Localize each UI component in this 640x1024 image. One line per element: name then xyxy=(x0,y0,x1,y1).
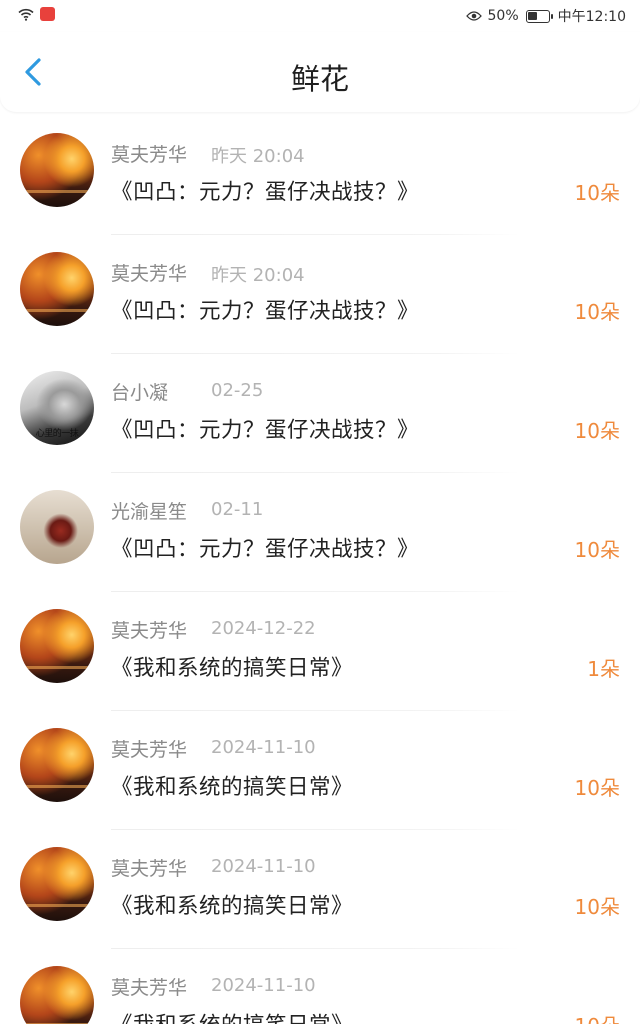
sender-name[interactable]: 莫夫芳华 xyxy=(111,854,187,881)
flower-count: 10朵 xyxy=(574,776,620,800)
list-item[interactable]: 心里的一抹 台小凝 02-25 《凹凸：元力？蛋仔决战技？》 10朵 xyxy=(0,354,640,473)
sender-name[interactable]: 莫夫芳华 xyxy=(111,616,187,643)
book-title[interactable]: 《我和系统的搞笑日常》 xyxy=(111,1008,353,1024)
book-title[interactable]: 《我和系统的搞笑日常》 xyxy=(111,770,353,801)
sender-name[interactable]: 台小凝 xyxy=(111,378,168,405)
book-title[interactable]: 《我和系统的搞笑日常》 xyxy=(111,651,353,682)
sender-name[interactable]: 莫夫芳华 xyxy=(111,140,187,167)
gift-list: 莫夫芳华 昨天 20:04 《凹凸：元力？蛋仔决战技？》 10朵 莫夫芳华 昨天 20:0… xyxy=(0,116,640,1024)
sender-name[interactable]: 莫夫芳华 xyxy=(111,259,187,286)
list-item[interactable]: 光渝星笙 02-11 《凹凸：元力？蛋仔决战技？》 10朵 xyxy=(0,473,640,592)
avatar[interactable]: 心里的一抹 xyxy=(20,371,94,445)
timestamp: 昨天 20:04 xyxy=(211,265,305,286)
avatar[interactable] xyxy=(20,609,94,683)
flower-count: 10朵 xyxy=(574,419,620,443)
flower-count: 10朵 xyxy=(574,895,620,919)
timestamp: 02-11 xyxy=(211,499,264,520)
book-title[interactable]: 《凹凸：元力？蛋仔决战技？》 xyxy=(111,532,419,563)
flower-count: 1朵 xyxy=(587,657,620,681)
flower-count: 10朵 xyxy=(574,181,620,205)
list-item[interactable]: 莫夫芳华 2024-11-10 《我和系统的搞笑日常》 10朵 xyxy=(0,711,640,830)
status-left xyxy=(18,7,55,21)
sender-name[interactable]: 莫夫芳华 xyxy=(111,735,187,762)
avatar[interactable] xyxy=(20,847,94,921)
battery-percent: 50% xyxy=(487,8,519,24)
avatar[interactable] xyxy=(20,728,94,802)
timestamp: 昨天 20:04 xyxy=(211,146,305,167)
book-title[interactable]: 《凹凸：元力？蛋仔决战技？》 xyxy=(111,294,419,325)
list-item[interactable]: 莫夫芳华 2024-11-10 《我和系统的搞笑日常》 10朵 xyxy=(0,949,640,1024)
clock: 中午12:10 xyxy=(557,9,626,25)
timestamp: 2024-11-10 xyxy=(211,856,316,877)
header: 鲜花 xyxy=(0,32,640,112)
timestamp: 2024-11-10 xyxy=(211,975,316,996)
avatar-caption: 心里的一抹 xyxy=(35,429,79,439)
avatar[interactable] xyxy=(20,252,94,326)
book-title[interactable]: 《我和系统的搞笑日常》 xyxy=(111,889,353,920)
book-title[interactable]: 《凹凸：元力？蛋仔决战技？》 xyxy=(111,413,419,444)
battery-fill xyxy=(528,12,538,20)
avatar[interactable] xyxy=(20,490,94,564)
app-notif-icon xyxy=(40,7,55,21)
page-title: 鲜花 xyxy=(290,62,349,96)
list-item[interactable]: 莫夫芳华 昨天 20:04 《凹凸：元力？蛋仔决战技？》 10朵 xyxy=(0,235,640,354)
status-right: 50% 中午12:10 xyxy=(465,6,626,26)
timestamp: 2024-11-10 xyxy=(211,737,316,758)
list-item[interactable]: 莫夫芳华 2024-11-10 《我和系统的搞笑日常》 10朵 xyxy=(0,830,640,949)
book-title[interactable]: 《凹凸：元力？蛋仔决战技？》 xyxy=(111,175,419,206)
list-item[interactable]: 莫夫芳华 2024-12-22 《我和系统的搞笑日常》 1朵 xyxy=(0,592,640,711)
timestamp: 2024-12-22 xyxy=(211,618,316,639)
eye-icon xyxy=(465,10,482,22)
wifi-icon xyxy=(18,8,34,21)
flower-count: 10朵 xyxy=(574,300,620,324)
sender-name[interactable]: 光渝星笙 xyxy=(111,497,187,524)
list-item[interactable]: 莫夫芳华 昨天 20:04 《凹凸：元力？蛋仔决战技？》 10朵 xyxy=(0,116,640,235)
flower-count: 10朵 xyxy=(574,538,620,562)
sender-name[interactable]: 莫夫芳华 xyxy=(111,973,187,1000)
avatar[interactable] xyxy=(20,966,94,1024)
timestamp: 02-25 xyxy=(211,380,264,401)
page: 50% 中午12:10 鲜花 莫夫芳华 昨天 20:04 《凹凸：元力？蛋仔决战技？… xyxy=(0,0,640,1024)
avatar[interactable] xyxy=(20,133,94,207)
battery-icon xyxy=(525,9,553,23)
status-bar: 50% 中午12:10 xyxy=(0,0,640,32)
flower-count: 10朵 xyxy=(575,1010,620,1024)
